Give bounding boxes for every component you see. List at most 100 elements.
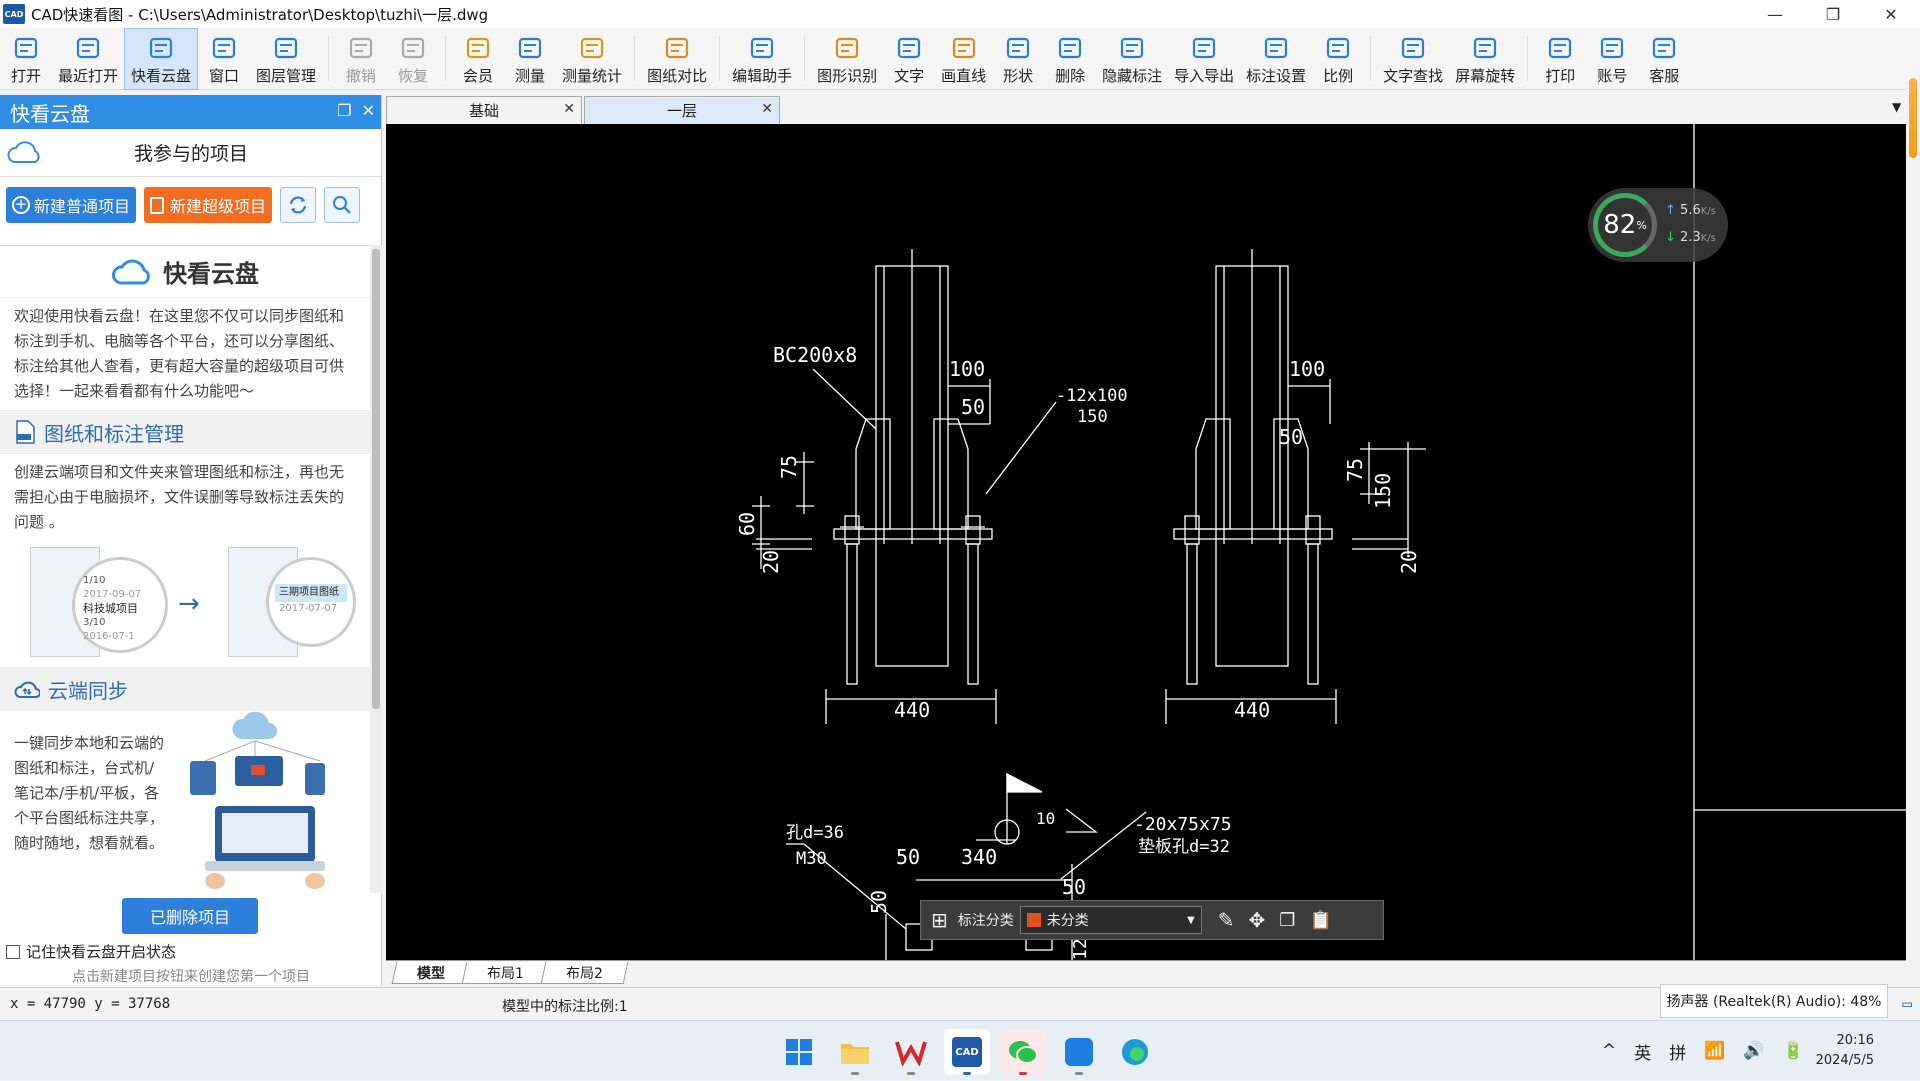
toolbar-button-12[interactable]: 图形识别 [811, 28, 883, 90]
toolbar-button-14[interactable]: 画直线 [935, 28, 992, 90]
new-super-project-button[interactable]: 新建超级项目 [144, 187, 273, 223]
copy-icon[interactable]: ❐ [1279, 910, 1295, 931]
toolbar-button-4[interactable]: 图层管理 [250, 28, 322, 90]
tab-model[interactable]: 模型 [391, 961, 471, 984]
wps-icon[interactable] [888, 1029, 934, 1075]
panel-scroll-thumb[interactable] [372, 249, 380, 709]
recent-icon [73, 33, 103, 63]
remember-label: 记住快看云盘开启状态 [26, 943, 177, 961]
paste-icon[interactable]: 📋 [1309, 910, 1331, 931]
toolbar-button-25[interactable]: 客服 [1638, 28, 1690, 90]
shapes-icon [1003, 33, 1033, 63]
checkbox-box[interactable] [6, 944, 20, 959]
toolbar-button-7[interactable]: 会员 [452, 28, 504, 90]
title-bar: CAD CAD快速看图 - C:\Users\Administrator\Des… [0, 0, 1920, 28]
edge-icon[interactable] [1112, 1029, 1158, 1075]
file-explorer-icon[interactable] [832, 1029, 878, 1075]
new-normal-project-button[interactable]: + 新建普通项目 [6, 187, 137, 223]
grid-icon[interactable]: ⊞ [931, 908, 948, 932]
toolbar-separator [1527, 36, 1529, 81]
status-bar: x = 47790 y = 37768 模型中的标注比例:1 ▭ [0, 987, 1920, 1019]
toolbar-label: 打开 [10, 66, 41, 85]
edit-icon[interactable]: ✎ [1218, 908, 1235, 932]
tab-label: 基础 [468, 102, 499, 120]
tab-close-icon[interactable]: ✕ [761, 101, 773, 117]
toolbar-button-5[interactable]: 撤销 [335, 28, 387, 90]
illus-count-2: 3/10 [83, 617, 106, 628]
intro-scroll-area[interactable]: 快看云盘 欢迎使用快看云盘！在这里您不仅可以同步图纸和标注到手机、电脑等各个平台… [0, 245, 370, 893]
toolbar-button-20[interactable]: 比例 [1312, 28, 1364, 90]
cursor-coordinates: x = 47790 y = 37768 [10, 996, 171, 1012]
toolbar-button-13[interactable]: 文字 [883, 28, 935, 90]
tab-jichu[interactable]: 基础 ✕ [386, 96, 582, 124]
dim-50e: 50 [867, 890, 891, 914]
tab-close-icon[interactable]: ✕ [563, 101, 575, 117]
toolbar-button-15[interactable]: 形状 [992, 28, 1044, 90]
volume-icon[interactable]: 🔊 [1743, 1041, 1764, 1061]
sync-button[interactable] [280, 187, 317, 223]
tab-layout1[interactable]: 布局1 [461, 961, 550, 984]
dingtalk-icon[interactable] [1056, 1029, 1102, 1075]
toolbar-button-2[interactable]: 快看云盘 [124, 28, 199, 90]
download-arrow-icon: ↓ [1665, 230, 1676, 245]
panel-close-icon[interactable]: ✕ [362, 101, 375, 120]
wechat-icon[interactable] [1000, 1029, 1046, 1075]
toolbar-button-24[interactable]: 账号 [1586, 28, 1638, 90]
toolbar-button-3[interactable]: 窗口 [198, 28, 250, 90]
maximize-button[interactable]: ❐ [1804, 0, 1862, 28]
deleted-projects-button[interactable]: 已删除项目 [122, 898, 258, 934]
upload-rate: 5.6 [1680, 203, 1701, 218]
toolbar-button-9[interactable]: 测量统计 [556, 28, 628, 90]
category-select[interactable]: 未分类 ▼ [1019, 906, 1202, 934]
tabs-dropdown-icon[interactable]: ▼ [1892, 100, 1901, 114]
close-window-button[interactable]: ✕ [1862, 0, 1920, 28]
clock[interactable]: 20:16 2024/5/5 [1816, 1031, 1874, 1071]
toolbar-separator [804, 36, 806, 81]
canvas-scrollbar[interactable] [1906, 78, 1920, 970]
canvas-scroll-thumb[interactable] [1909, 78, 1917, 158]
toolbar-button-21[interactable]: 文字查找 [1377, 28, 1449, 90]
toolbar-button-18[interactable]: 导入导出 [1168, 28, 1240, 90]
cad-viewer-icon[interactable]: CAD [944, 1029, 990, 1075]
cpu-gauge: 82% [1593, 193, 1657, 257]
toolbar-button-16[interactable]: 删除 [1044, 28, 1096, 90]
toolbar-label: 删除 [1055, 66, 1086, 85]
move-icon[interactable]: ✥ [1249, 908, 1266, 932]
dwg-file-icon [16, 420, 35, 444]
battery-icon[interactable]: 🔋 [1783, 1041, 1804, 1061]
tab-yiceng[interactable]: 一层 ✕ [584, 96, 780, 124]
dim-340: 340 [961, 845, 997, 869]
ime-lang[interactable]: 英 [1634, 1039, 1651, 1064]
tab-model-label: 模型 [417, 965, 446, 981]
toolbar-label: 文字查找 [1383, 66, 1444, 85]
windows-start-icon[interactable] [776, 1029, 822, 1075]
toolbar-button-17[interactable]: 隐藏标注 [1096, 28, 1168, 90]
toolbar-label: 客服 [1649, 66, 1680, 85]
wifi-icon[interactable]: 📶 [1704, 1041, 1725, 1061]
label-angle: -20x75x75 [1134, 814, 1232, 835]
panel-toggle-icon[interactable]: ▭ [1902, 994, 1912, 1013]
upload-unit: K/s [1700, 206, 1716, 217]
category-color-swatch [1026, 913, 1041, 927]
toolbar-button-0[interactable]: 打开 [0, 28, 52, 90]
search-button[interactable] [324, 187, 361, 223]
annotation-scale: 模型中的标注比例:1 [502, 999, 628, 1015]
toolbar-button-19[interactable]: 标注设置 [1240, 28, 1312, 90]
toolbar-button-6[interactable]: 恢复 [387, 28, 439, 90]
toolbar-label: 最近打开 [58, 66, 119, 85]
network-monitor[interactable]: 82% ↑ 5.6K/s ↓ 2.3K/s [1588, 188, 1728, 262]
tab-layout2[interactable]: 布局2 [540, 961, 629, 984]
panel-scrollbar[interactable] [370, 245, 382, 893]
tray-overflow-icon[interactable]: ^ [1602, 1041, 1616, 1061]
panel-float-icon[interactable]: ❐ [337, 101, 351, 120]
minimize-button[interactable]: — [1746, 0, 1804, 28]
section1-title: 图纸和标注管理 [44, 421, 184, 446]
toolbar-button-10[interactable]: 图纸对比 [641, 28, 713, 90]
toolbar-button-11[interactable]: 编辑助手 [726, 28, 798, 90]
toolbar-button-8[interactable]: 测量 [504, 28, 556, 90]
toolbar-button-23[interactable]: 打印 [1534, 28, 1586, 90]
toolbar-button-22[interactable]: 屏幕旋转 [1449, 28, 1521, 90]
remember-state-checkbox[interactable]: 记住快看云盘开启状态 [6, 941, 176, 962]
toolbar-button-1[interactable]: 最近打开 [52, 28, 124, 90]
ime-mode[interactable]: 拼 [1669, 1039, 1686, 1064]
